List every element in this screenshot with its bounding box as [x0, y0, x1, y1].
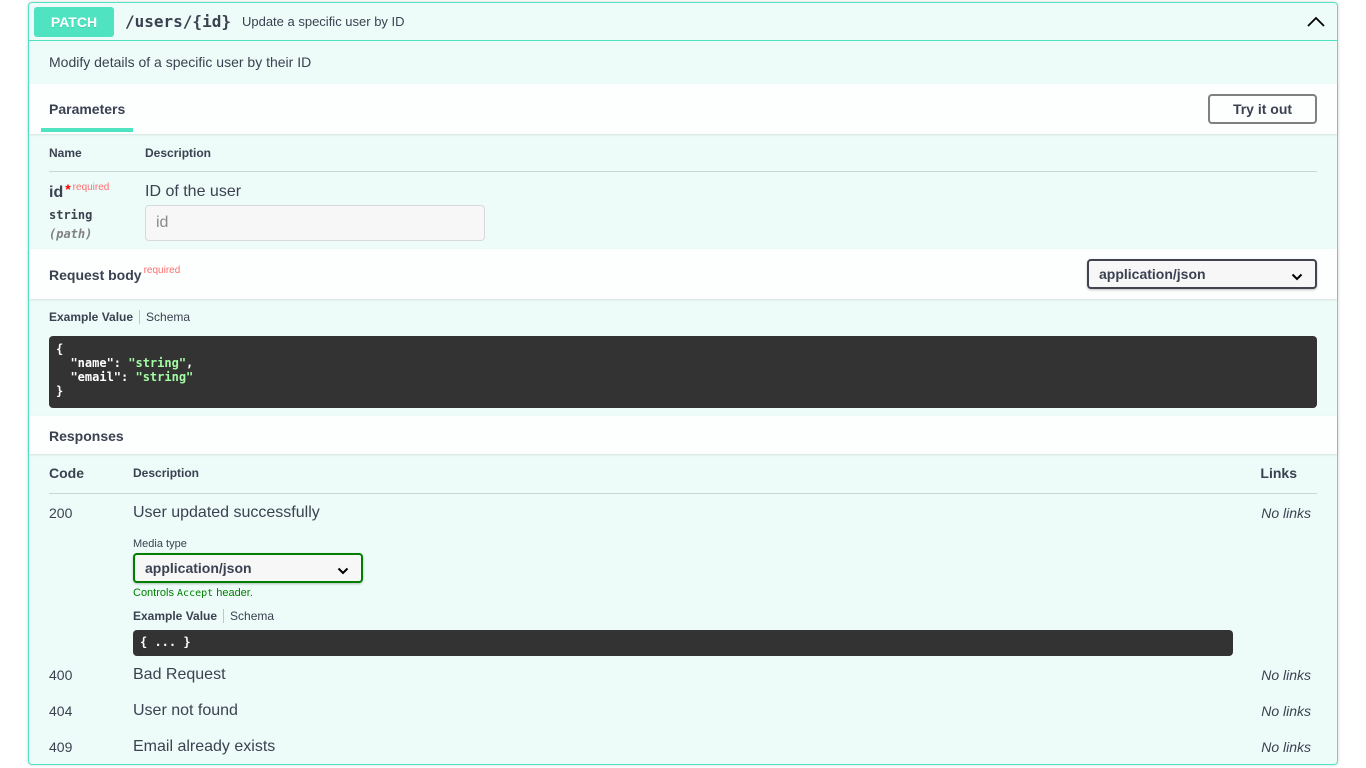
- response-links-400: No links: [1261, 667, 1311, 683]
- response-links-409: No links: [1261, 739, 1311, 755]
- param-column-description: Description: [145, 146, 212, 160]
- response-description-200: User updated successfully: [133, 504, 320, 521]
- response-column-links: Links: [1260, 465, 1297, 481]
- response-code-200: 200: [49, 505, 73, 521]
- param-column-name: Name: [49, 146, 82, 160]
- param-name-text: id: [49, 184, 64, 201]
- response-code-409: 409: [49, 739, 73, 755]
- controls-code: Accept: [177, 588, 214, 599]
- parameters-header: Parameters Try it out: [29, 84, 1337, 134]
- chevron-down-icon: [337, 563, 349, 575]
- responses-title: Responses: [49, 428, 124, 444]
- request-body-header: Request body required application/json: [29, 249, 1337, 299]
- controls-accept-note: Controls Accept header.: [133, 587, 253, 599]
- controls-prefix: Controls: [133, 587, 178, 599]
- parameters-tab-indicator: [41, 128, 133, 132]
- response-header-divider: [49, 493, 1317, 494]
- response-links-404: No links: [1261, 703, 1311, 719]
- code-brace-open: {: [56, 342, 64, 356]
- controls-suffix: header.: [213, 587, 253, 599]
- request-content-type-value: application/json: [1099, 266, 1206, 282]
- operation-summary[interactable]: PATCH /users/{id} Update a specific user…: [29, 3, 1337, 41]
- operation-path: /users/{id}: [125, 12, 231, 31]
- code-key-email: "email":: [56, 370, 136, 384]
- response-code-400: 400: [49, 667, 73, 683]
- param-id-input[interactable]: [145, 205, 485, 241]
- code-comma: ,: [186, 356, 194, 370]
- request-example-tabs: Example Value Schema: [49, 310, 190, 324]
- required-star: *: [65, 181, 71, 197]
- tab-example-value[interactable]: Example Value: [133, 609, 217, 623]
- response-example-tabs: Example Value Schema: [133, 609, 274, 623]
- response-media-type-select[interactable]: application/json: [133, 553, 363, 583]
- response-description-409: Email already exists: [133, 738, 276, 755]
- response-media-type-value: application/json: [145, 560, 252, 576]
- method-badge: PATCH: [34, 6, 114, 37]
- response-code-404: 404: [49, 703, 73, 719]
- param-id-type: string: [49, 208, 93, 222]
- request-body-title-text: Request body: [49, 267, 142, 283]
- required-label: required: [72, 182, 110, 193]
- media-type-label: Media type: [133, 538, 187, 550]
- chevron-up-icon[interactable]: [1305, 11, 1327, 33]
- response-example-code[interactable]: { ... }: [133, 630, 1233, 656]
- request-content-type-select[interactable]: application/json: [1087, 259, 1317, 289]
- chevron-down-icon: [1291, 269, 1303, 281]
- param-header-divider: [49, 171, 1317, 172]
- response-column-code: Code: [49, 465, 84, 481]
- code-brace-close: }: [56, 384, 64, 398]
- parameters-tab[interactable]: Parameters: [49, 101, 125, 117]
- param-id-location: (path): [49, 227, 93, 241]
- responses-header: Responses: [29, 416, 1337, 454]
- request-body-title: Request body required: [49, 265, 181, 283]
- response-description-400: Bad Request: [133, 666, 226, 683]
- response-links-200: No links: [1261, 505, 1311, 521]
- tab-separator: [139, 310, 141, 324]
- code-key-name: "name":: [56, 356, 129, 370]
- request-example-code: { "name": "string", "email": "string" }: [49, 336, 1317, 408]
- operation-description: Modify details of a specific user by the…: [49, 54, 312, 70]
- response-column-description: Description: [133, 466, 200, 480]
- tab-schema[interactable]: Schema: [146, 310, 190, 324]
- param-id-name: id * required: [49, 181, 110, 202]
- try-it-out-button[interactable]: Try it out: [1208, 94, 1317, 124]
- response-description-404: User not found: [133, 702, 238, 719]
- code-value-email: "string": [135, 370, 194, 384]
- tab-schema[interactable]: Schema: [230, 609, 274, 623]
- tab-example-value[interactable]: Example Value: [49, 310, 133, 324]
- operation-summary-text: Update a specific user by ID: [241, 14, 405, 29]
- param-id-description: ID of the user: [145, 183, 242, 200]
- code-value-name: "string": [128, 356, 187, 370]
- operation-block-patch-users-id: PATCH /users/{id} Update a specific user…: [28, 2, 1338, 765]
- code-collapsed: { ... }: [140, 635, 191, 649]
- request-body-required-label: required: [143, 265, 181, 276]
- tab-separator: [223, 609, 225, 623]
